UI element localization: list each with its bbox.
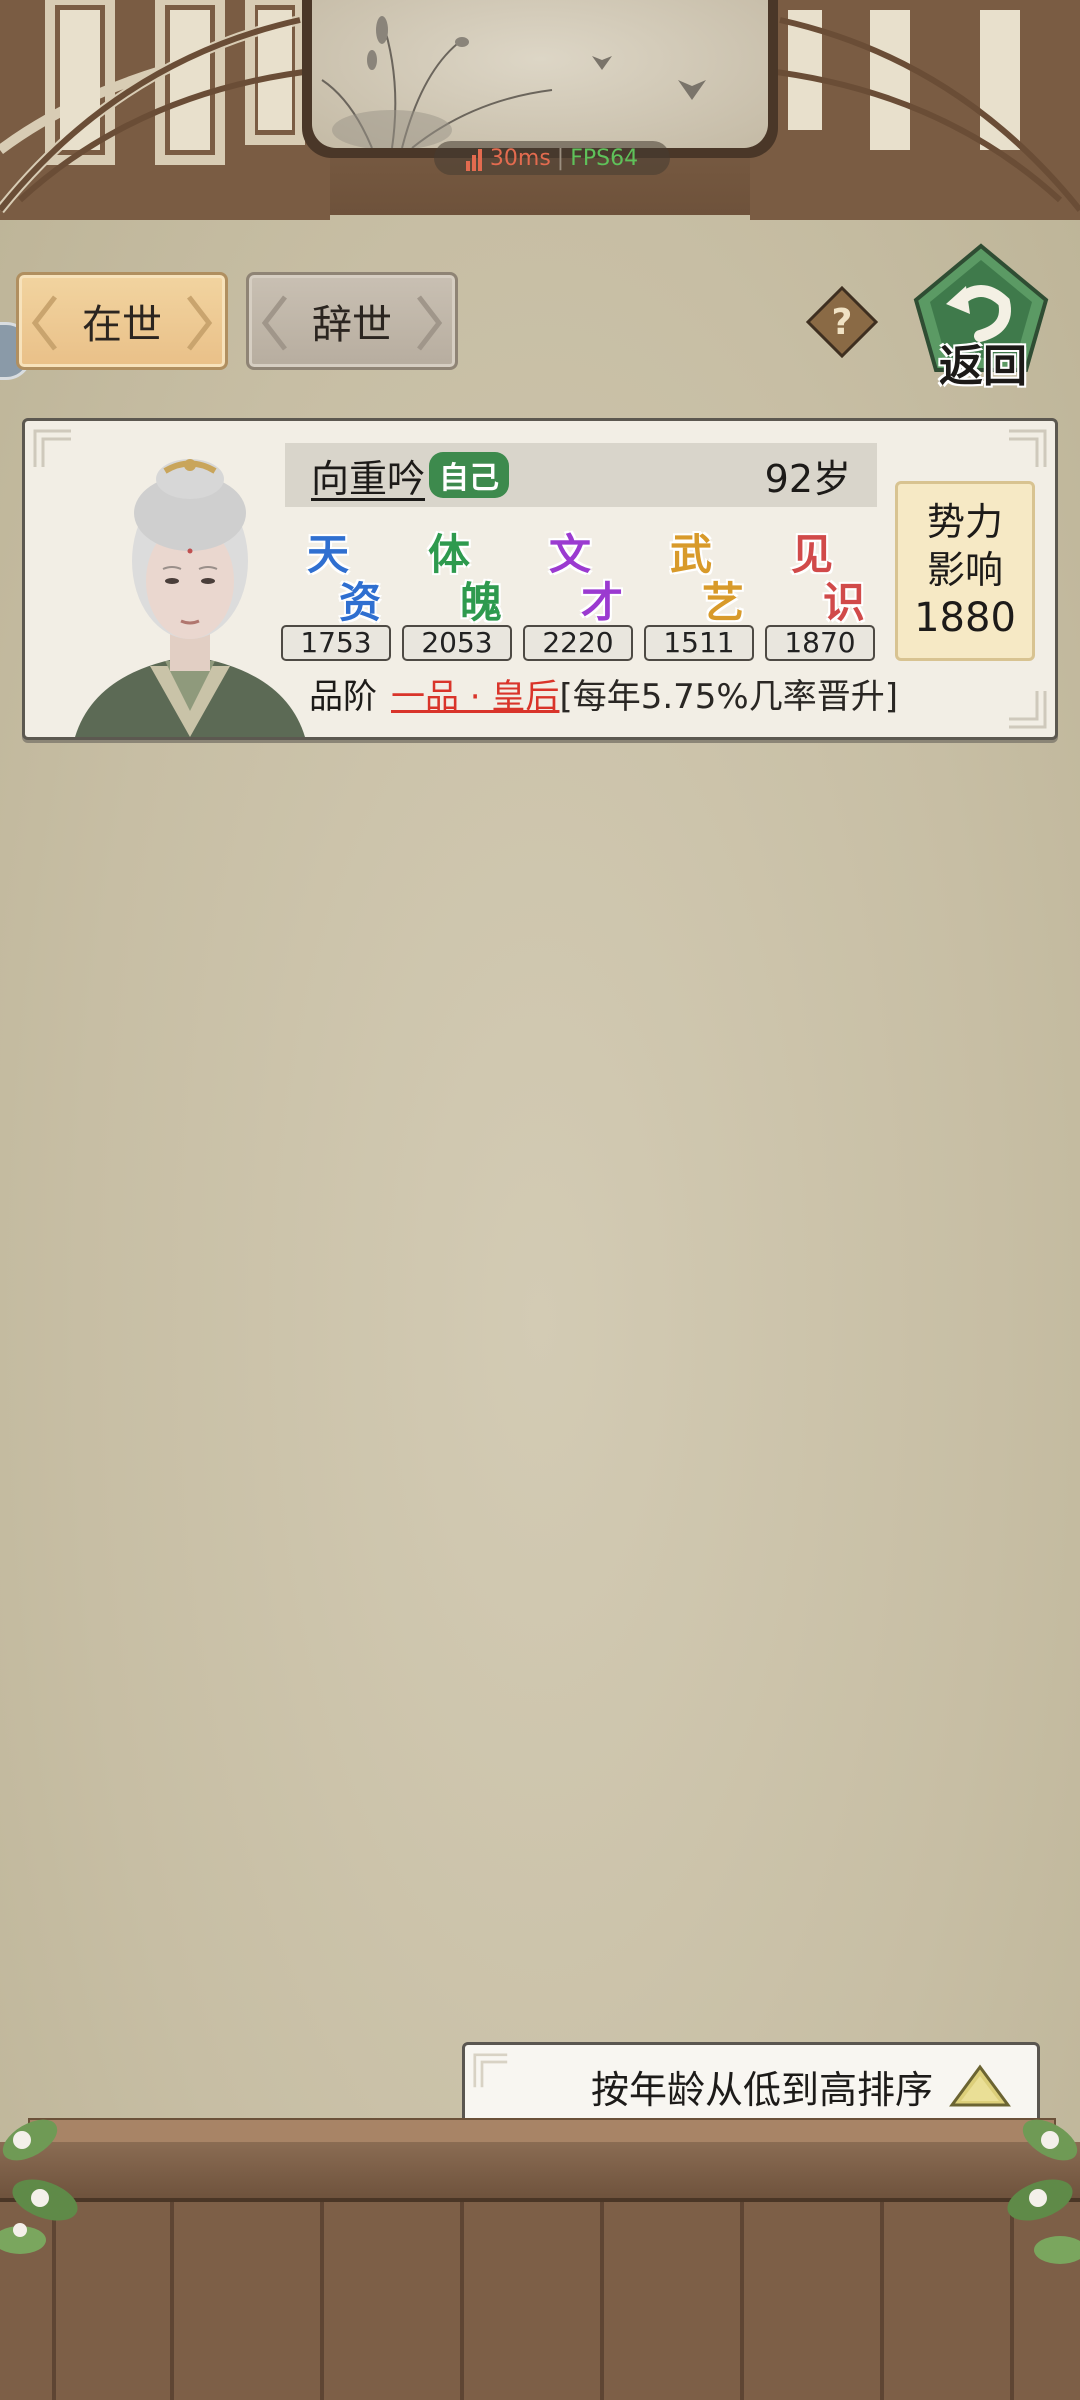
attr-talent-value: 1753 bbox=[281, 625, 391, 661]
rank-line: 品阶 一品 · 皇后[每年5.75%几率晋升] bbox=[309, 669, 898, 718]
attr-literature-char2: 才 bbox=[581, 578, 624, 627]
tab-alive-label: 在世 bbox=[82, 302, 162, 348]
character-age: 92岁 bbox=[764, 456, 851, 501]
signal-icon bbox=[465, 146, 484, 171]
influence-value: 1880 bbox=[914, 595, 1016, 641]
tab-deceased-label: 辞世 bbox=[312, 302, 392, 348]
question-icon[interactable]: ? bbox=[806, 286, 878, 358]
overlay-separator: | bbox=[556, 145, 565, 171]
back-label[interactable]: 返回 bbox=[918, 330, 1048, 394]
corner-ornament bbox=[1009, 691, 1047, 729]
sort-label: 按年龄从低到高排序 bbox=[590, 2067, 933, 2112]
influence-label-2: 影响 bbox=[926, 548, 1003, 592]
svg-text:?: ? bbox=[832, 302, 853, 343]
chevron-right-icon bbox=[187, 295, 213, 351]
chevron-left-icon bbox=[261, 295, 287, 351]
ink-painting bbox=[302, 0, 778, 158]
bottom-wooden-shelf bbox=[0, 2118, 1080, 2400]
promotion-rate: [每年5.75%几率晋升] bbox=[559, 677, 898, 717]
rank-link[interactable]: 一品 · 皇后 bbox=[391, 677, 559, 717]
character-name[interactable]: 向重吟 bbox=[311, 448, 425, 503]
orchid-butterfly-illustration bbox=[321, 16, 706, 148]
chevron-right-icon bbox=[417, 295, 443, 351]
tab-deceased[interactable]: 辞世 bbox=[246, 272, 458, 370]
attr-literature-value: 2220 bbox=[523, 625, 633, 661]
attr-physique-value: 2053 bbox=[402, 625, 512, 661]
attr-talent-char2: 资 bbox=[339, 578, 382, 627]
rank-label: 品阶 bbox=[309, 677, 377, 717]
name-bar: 向重吟 自己 92岁 bbox=[285, 443, 877, 507]
lattice-right-decoration bbox=[750, 0, 1080, 220]
influence-label-1: 势力 bbox=[926, 500, 1003, 544]
corner-ornament bbox=[473, 2053, 508, 2088]
corner-ornament bbox=[1009, 429, 1047, 467]
sort-by-age-button[interactable]: 按年龄从低到高排序 bbox=[462, 2042, 1040, 2130]
attr-knowledge-char2: 识 bbox=[823, 578, 866, 627]
self-badge: 自己 bbox=[429, 452, 510, 498]
chevron-left-icon bbox=[31, 295, 57, 351]
attr-martial-value: 1511 bbox=[644, 625, 754, 661]
flower-right-decoration bbox=[1007, 2119, 1080, 2264]
tab-alive[interactable]: 在世 bbox=[16, 272, 228, 370]
top-window-frame: 30ms | FPS64 bbox=[0, 0, 1080, 250]
ping-text: 30ms bbox=[489, 145, 551, 171]
character-card[interactable]: 向重吟 自己 92岁 天 资 体 魄 文 才 武 艺 见 识 1753 2053… bbox=[22, 418, 1058, 740]
lattice-left-decoration bbox=[0, 0, 330, 220]
influence-panel: 势力 影响 1880 bbox=[895, 481, 1035, 661]
attr-martial-char2: 艺 bbox=[702, 578, 745, 627]
performance-overlay: 30ms | FPS64 bbox=[434, 141, 670, 175]
attr-physique-char2: 魄 bbox=[460, 578, 503, 627]
flower-left-decoration bbox=[0, 2119, 78, 2254]
fps-text: FPS64 bbox=[570, 145, 639, 171]
attr-knowledge-value: 1870 bbox=[765, 625, 875, 661]
